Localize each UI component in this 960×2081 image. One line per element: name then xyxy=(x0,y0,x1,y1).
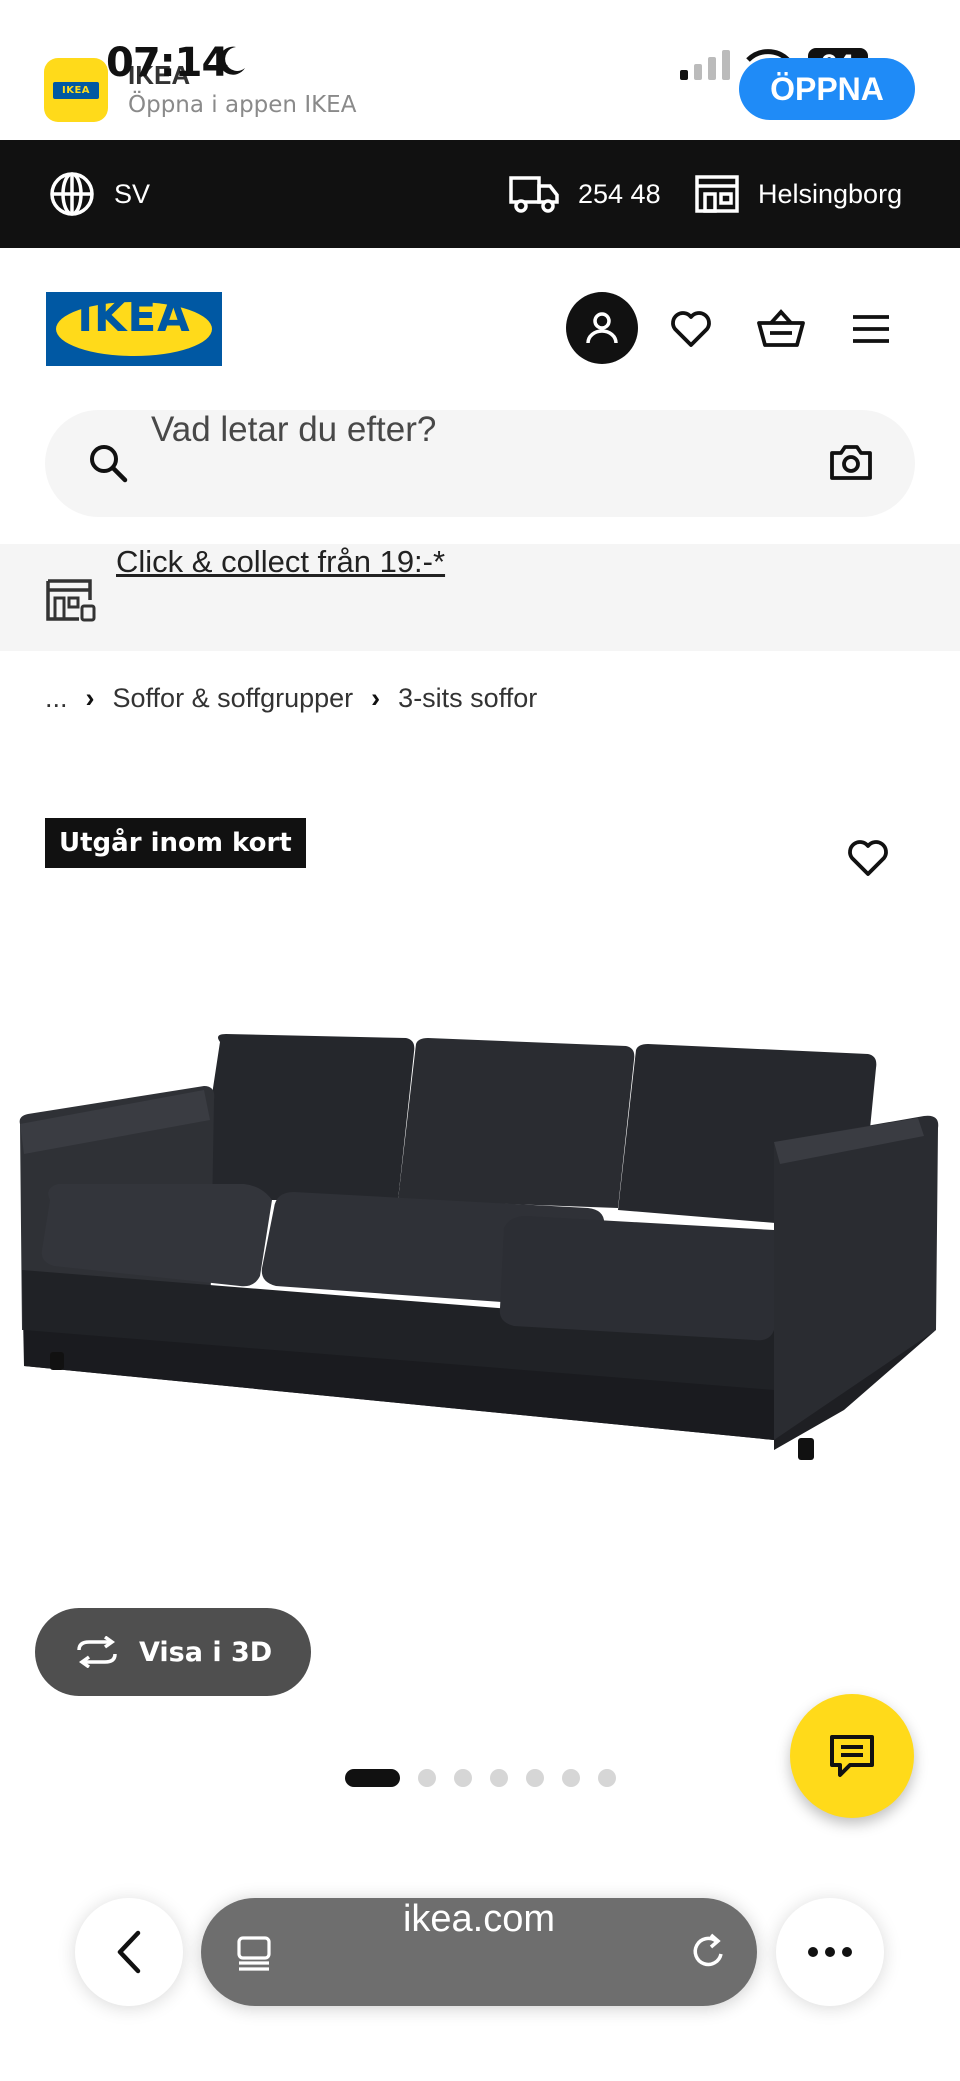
browser-back-button[interactable] xyxy=(75,1898,183,2006)
delivery-postcode[interactable]: 254 48 xyxy=(508,140,661,248)
carousel-dot[interactable] xyxy=(562,1769,580,1787)
breadcrumb: ... › Soffor & soffgrupper › 3-sits soff… xyxy=(45,678,537,718)
add-to-favourites-heart-icon[interactable] xyxy=(846,838,890,878)
chat-button[interactable] xyxy=(790,1694,914,1818)
search-input[interactable]: Vad letar du efter? xyxy=(151,410,436,450)
globe-icon xyxy=(50,172,94,216)
hamburger-menu-icon xyxy=(853,315,889,343)
user-icon xyxy=(586,312,618,344)
chevron-right-icon: › xyxy=(85,682,95,713)
carousel-dot[interactable] xyxy=(490,1769,508,1787)
store-name: Helsingborg xyxy=(758,178,903,209)
view-in-3d-button[interactable]: Visa i 3D xyxy=(35,1608,311,1696)
language-selector[interactable]: SV xyxy=(48,140,150,248)
breadcrumb-3-seat-sofas[interactable]: 3-sits soffor xyxy=(398,683,537,714)
app-banner-subtitle: Öppna i appen IKEA xyxy=(128,92,357,118)
status-bar: IKEA IKEA 07:14 Öppna i appen IKEA 94 ÖP… xyxy=(0,0,960,140)
camera-search-icon[interactable] xyxy=(829,442,873,482)
store-icon xyxy=(695,175,739,213)
logo-text: IKEA xyxy=(77,292,191,341)
carousel-dot[interactable] xyxy=(598,1769,616,1787)
moon-icon xyxy=(219,46,245,75)
click-collect-link[interactable]: Click & collect från 19:-* xyxy=(116,544,445,580)
status-time: 07:14 xyxy=(106,40,229,86)
heart-icon xyxy=(671,311,711,347)
click-collect-banner[interactable]: Click & collect från 19:-* xyxy=(0,544,960,651)
store-selector[interactable]: Helsingborg xyxy=(694,140,902,248)
ikea-app-icon[interactable]: IKEA xyxy=(44,58,108,122)
discontinued-badge: Utgår inom kort xyxy=(45,818,306,868)
view-in-3d-label: Visa i 3D xyxy=(139,1636,273,1668)
language-label: SV xyxy=(114,178,151,209)
menu-button[interactable] xyxy=(834,292,908,366)
basket-icon xyxy=(757,309,805,347)
cart-button[interactable] xyxy=(744,292,818,366)
favourites-button[interactable] xyxy=(654,292,728,366)
chevron-right-icon: › xyxy=(371,682,381,713)
cellular-signal-icon xyxy=(680,50,730,80)
search-bar[interactable]: Vad letar du efter? xyxy=(45,410,915,517)
truck-icon xyxy=(509,176,559,213)
postal-code: 254 48 xyxy=(578,178,661,209)
chat-bubble-icon xyxy=(830,1735,874,1777)
reload-icon[interactable] xyxy=(689,1932,729,1972)
store-pickup-icon xyxy=(46,579,96,622)
carousel-dot[interactable] xyxy=(526,1769,544,1787)
image-carousel-indicator[interactable] xyxy=(345,1768,634,1788)
carousel-dot-active[interactable] xyxy=(345,1769,400,1787)
profile-button[interactable] xyxy=(566,292,638,364)
address-bar[interactable]: ikea.com xyxy=(201,1898,757,2006)
app-logo-text: IKEA xyxy=(53,82,99,99)
rotate-3d-icon xyxy=(77,1636,117,1668)
browser-more-button[interactable] xyxy=(776,1898,884,2006)
chevron-left-icon xyxy=(117,1930,141,1974)
top-info-bar: SV 254 48 Helsingborg xyxy=(0,140,960,248)
carousel-dot[interactable] xyxy=(454,1769,472,1787)
url-text[interactable]: ikea.com xyxy=(201,1898,757,1941)
search-icon xyxy=(90,445,128,483)
carousel-dot[interactable] xyxy=(418,1769,436,1787)
breadcrumb-ellipsis[interactable]: ... xyxy=(45,683,68,714)
more-dots-icon xyxy=(808,1947,852,1957)
open-in-app-button[interactable]: ÖPPNA xyxy=(739,58,915,120)
product-image-sofa[interactable] xyxy=(14,1030,944,1470)
ikea-logo[interactable]: IKEA xyxy=(46,292,222,366)
breadcrumb-sofas[interactable]: Soffor & soffgrupper xyxy=(113,683,354,714)
